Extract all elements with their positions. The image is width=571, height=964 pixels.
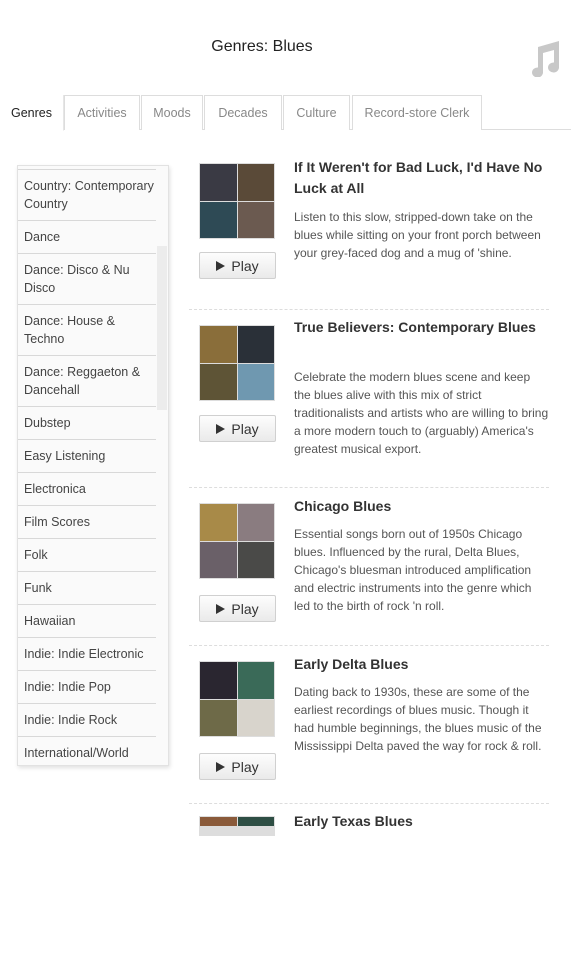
album-art-collage: [199, 816, 275, 836]
playlist-item: Early Texas Blues: [189, 804, 549, 964]
album-cover: [237, 164, 274, 201]
album-cover: [200, 164, 237, 201]
genre-item[interactable]: Dance: House & Techno: [18, 305, 157, 356]
album-art-collage: [199, 503, 275, 579]
genre-item[interactable]: International/World: [18, 737, 157, 765]
album-cover: [200, 662, 237, 699]
album-cover: [200, 699, 237, 736]
album-cover: [237, 504, 274, 541]
playlist-description: Celebrate the modern blues scene and kee…: [294, 370, 549, 456]
genre-item[interactable]: Film Scores: [18, 506, 157, 539]
playlist-description: Essential songs born out of 1950s Chicag…: [294, 527, 532, 613]
play-button[interactable]: Play: [199, 415, 276, 442]
tab-genres[interactable]: Genres: [0, 95, 64, 131]
album-cover: [237, 817, 274, 826]
play-label: Play: [231, 420, 259, 437]
album-cover: [237, 201, 274, 238]
play-label: Play: [231, 758, 259, 775]
album-cover: [200, 817, 237, 826]
genre-item[interactable]: Indie: Indie Rock: [18, 704, 157, 737]
genre-item[interactable]: Folk: [18, 539, 157, 572]
genre-item[interactable]: Electronica: [18, 473, 157, 506]
album-cover: [237, 662, 274, 699]
album-cover: [200, 201, 237, 238]
play-icon: [216, 260, 226, 271]
play-label: Play: [231, 600, 259, 617]
play-icon: [216, 761, 226, 772]
genre-item[interactable]: Easy Listening: [18, 440, 157, 473]
play-label: Play: [231, 257, 259, 274]
page-header: Genres: Blues: [0, 0, 571, 95]
play-icon: [216, 423, 226, 434]
playlist-item: Play If It Weren't for Bad Luck, I'd Hav…: [189, 150, 549, 310]
playlist-description: Listen to this slow, stripped-down take …: [294, 210, 541, 260]
genre-item[interactable]: Indie: Indie Pop: [18, 671, 157, 704]
album-cover: [237, 699, 274, 736]
album-cover: [237, 326, 274, 363]
album-art-collage: [199, 325, 275, 401]
album-art-collage: [199, 163, 275, 239]
scrollbar-track[interactable]: [156, 166, 168, 765]
music-note-icon: [532, 41, 560, 77]
playlist-title[interactable]: True Believers: Contemporary Blues: [294, 317, 549, 338]
playlist-list: Play If It Weren't for Bad Luck, I'd Hav…: [189, 150, 549, 964]
album-cover: [200, 326, 237, 363]
page-title: Genres: Blues: [211, 38, 313, 55]
play-icon: [216, 603, 226, 614]
play-button[interactable]: Play: [199, 252, 276, 279]
tab-activities[interactable]: Activities: [64, 95, 140, 130]
playlist-item: Play Chicago Blues Essential songs born …: [189, 488, 549, 646]
tab-decades[interactable]: Decades: [204, 95, 282, 130]
tab-record-store-clerk[interactable]: Record-store Clerk: [352, 95, 482, 130]
album-art-collage: [199, 661, 275, 737]
playlist-title[interactable]: Chicago Blues: [294, 496, 549, 517]
album-cover: [200, 504, 237, 541]
genre-item[interactable]: Dance: Reggaeton & Dancehall: [18, 356, 157, 407]
genre-item[interactable]: Dance: Disco & Nu Disco: [18, 254, 157, 305]
category-tabs: Genres Activities Moods Decades Culture …: [0, 95, 571, 131]
scrollbar-thumb[interactable]: [157, 246, 167, 410]
play-button[interactable]: Play: [199, 595, 276, 622]
playlist-title[interactable]: Early Texas Blues: [294, 811, 549, 832]
album-cover: [200, 363, 237, 400]
playlist-item: Play True Believers: Contemporary Blues …: [189, 310, 549, 488]
genre-item[interactable]: Dubstep: [18, 407, 157, 440]
play-button[interactable]: Play: [199, 753, 276, 780]
album-cover: [237, 541, 274, 578]
genre-list[interactable]: Country: Contemporary Country Dance Danc…: [17, 165, 169, 766]
tab-culture[interactable]: Culture: [283, 95, 350, 130]
album-cover: [237, 363, 274, 400]
playlist-title[interactable]: If It Weren't for Bad Luck, I'd Have No …: [294, 157, 549, 199]
genre-item[interactable]: Indie: Indie Electronic: [18, 638, 157, 671]
genre-item[interactable]: Funk: [18, 572, 157, 605]
album-cover: [200, 541, 237, 578]
playlist-item: Play Early Delta Blues Dating back to 19…: [189, 646, 549, 804]
genre-item[interactable]: Dance: [18, 221, 157, 254]
playlist-description: Dating back to 1930s, these are some of …: [294, 685, 542, 753]
genre-item[interactable]: Country: Contemporary Country: [18, 170, 157, 221]
playlist-title[interactable]: Early Delta Blues: [294, 654, 549, 675]
tab-moods[interactable]: Moods: [141, 95, 203, 130]
genre-item[interactable]: Hawaiian: [18, 605, 157, 638]
